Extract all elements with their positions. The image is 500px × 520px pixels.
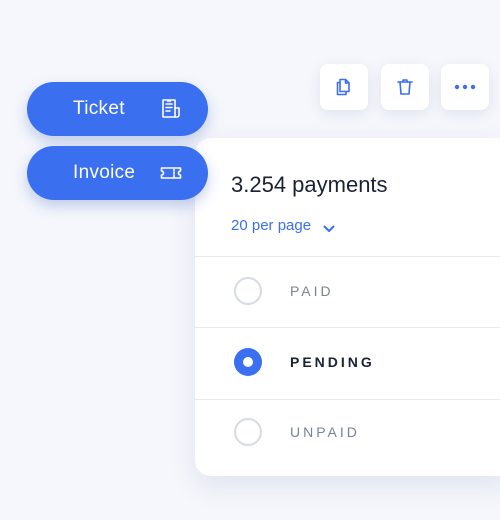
ticket-button-label: Ticket [73,98,125,119]
more-icon [454,84,476,90]
per-page-label: 20 per page [231,217,312,234]
status-option-label: PENDING [290,354,375,370]
status-option-label: UNPAID [290,424,360,440]
radio-unpaid[interactable] [234,418,262,446]
copy-icon [334,77,354,97]
copy-button[interactable] [320,64,368,110]
chevron-down-icon [323,220,335,237]
status-option-label: PAID [290,283,334,299]
invoice-button[interactable]: Invoice [27,146,208,200]
per-page-dropdown[interactable]: 20 per page [231,214,335,237]
more-options-button[interactable] [441,64,489,110]
payments-panel: 3.254 payments 20 per page PAID PENDING … [195,138,500,476]
trash-icon [395,77,415,97]
invoice-button-label: Invoice [73,162,136,183]
delete-button[interactable] [381,64,429,110]
radio-paid[interactable] [234,277,262,305]
receipt-icon [159,97,183,121]
ticket-icon [159,161,183,185]
status-option-unpaid[interactable]: UNPAID [195,397,500,467]
status-option-paid[interactable]: PAID [195,256,500,326]
ticket-button[interactable]: Ticket [27,82,208,136]
radio-pending[interactable] [234,348,262,376]
status-option-pending[interactable]: PENDING [195,327,500,397]
payments-count-title: 3.254 payments [231,172,388,197]
